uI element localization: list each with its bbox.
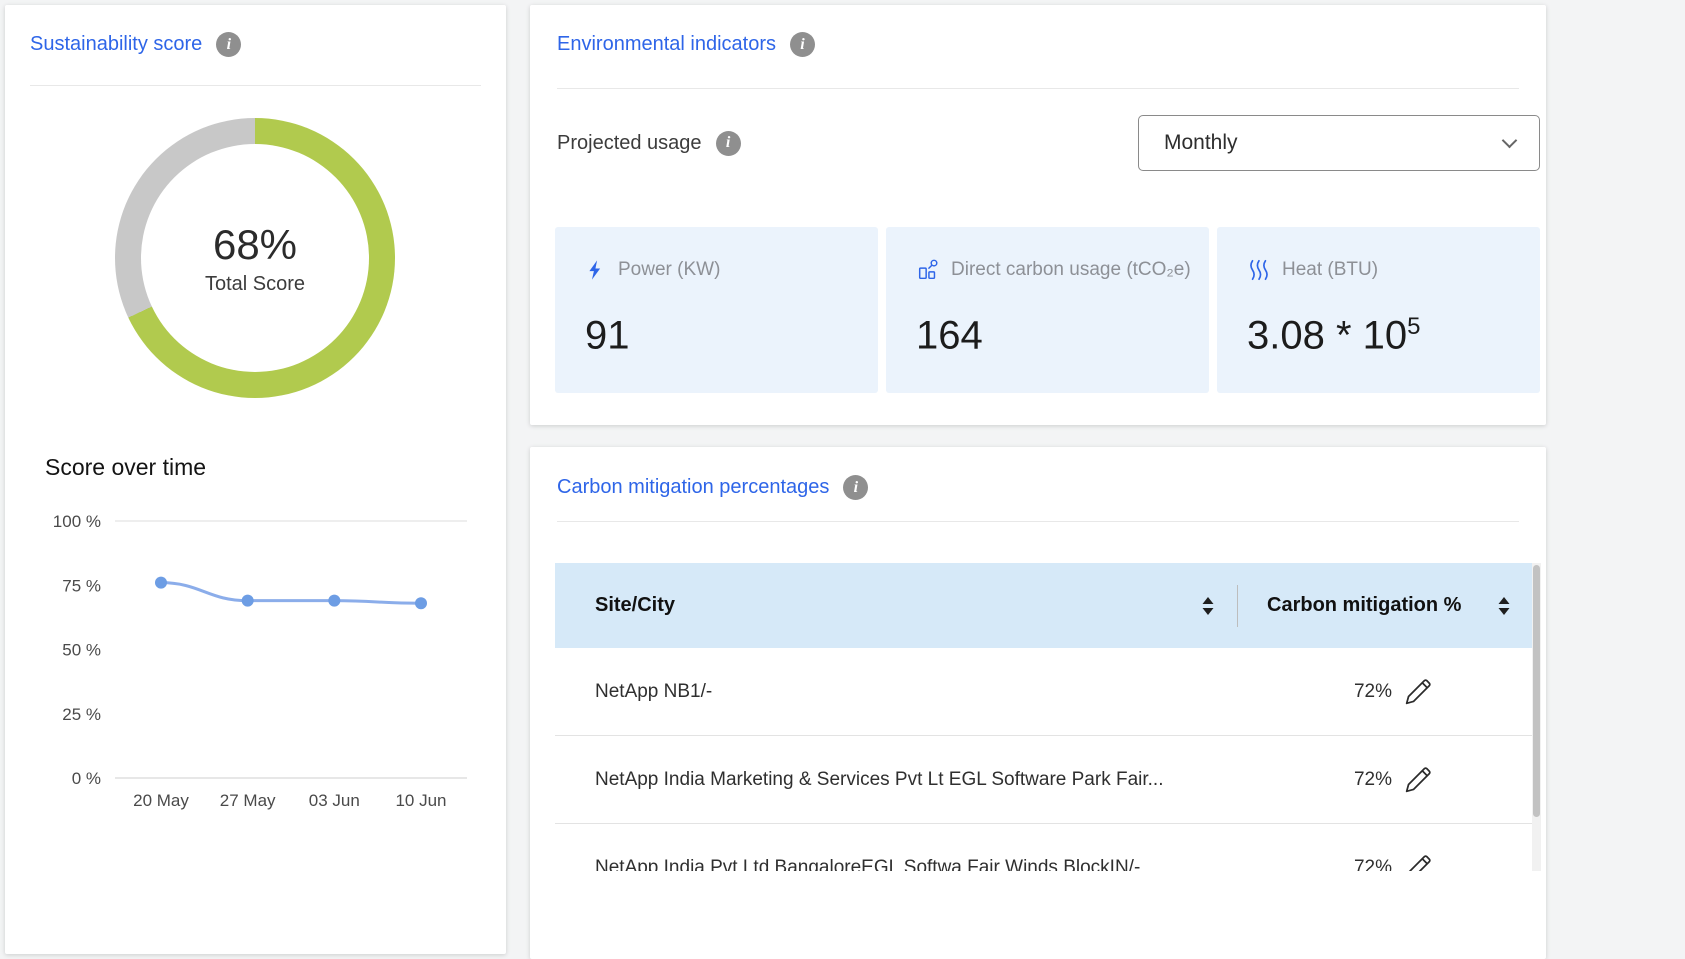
column-divider bbox=[1237, 585, 1238, 627]
environmental-title-row: Environmental indicators i bbox=[557, 32, 815, 57]
mitigation-cell: 72% bbox=[1237, 852, 1541, 872]
carbon-mitigation-title: Carbon mitigation percentages bbox=[557, 476, 829, 499]
edit-icon[interactable] bbox=[1402, 764, 1434, 796]
period-dropdown-value: Monthly bbox=[1164, 131, 1238, 155]
projected-usage-group: Projected usage i bbox=[557, 131, 741, 156]
divider bbox=[557, 88, 1519, 89]
edit-icon[interactable] bbox=[1402, 852, 1434, 872]
score-over-time-title: Score over time bbox=[45, 454, 206, 481]
sustainability-score-card: Sustainability score i 68% Total Score S… bbox=[5, 5, 506, 954]
divider bbox=[30, 85, 481, 86]
table-scrollbar[interactable] bbox=[1532, 563, 1541, 871]
mitigation-value: 72% bbox=[1237, 681, 1392, 703]
site-cell: NetApp India Marketing & Services Pvt Lt… bbox=[555, 769, 1237, 791]
carbon-info-icon[interactable]: i bbox=[843, 475, 868, 500]
heat-icon bbox=[1247, 258, 1271, 282]
site-city-column-label: Site/City bbox=[595, 594, 675, 617]
table-row: NetApp India Marketing & Services Pvt Lt… bbox=[555, 736, 1541, 824]
carbon-tile: Direct carbon usage (tCO₂e) 164 bbox=[886, 227, 1209, 393]
heat-tile: Heat (BTU) 3.08 * 105 bbox=[1217, 227, 1540, 393]
total-score-value: 68% bbox=[213, 221, 297, 269]
table-row: NetApp NB1/- 72% bbox=[555, 648, 1541, 736]
power-tile-value: 91 bbox=[585, 313, 878, 358]
svg-text:20 May: 20 May bbox=[133, 791, 189, 810]
power-icon bbox=[585, 259, 607, 281]
svg-text:75 %: 75 % bbox=[62, 576, 101, 595]
chevron-down-icon bbox=[1502, 132, 1518, 148]
svg-text:25 %: 25 % bbox=[62, 705, 101, 724]
svg-text:27 May: 27 May bbox=[220, 791, 276, 810]
power-tile-head: Power (KW) bbox=[585, 255, 878, 285]
carbon-mitigation-card: Carbon mitigation percentages i Site/Cit… bbox=[530, 447, 1546, 959]
sort-icon[interactable] bbox=[1201, 596, 1215, 616]
heat-value-exp: 5 bbox=[1407, 313, 1420, 340]
table-header-row: Site/City Carbon mitigation % bbox=[555, 563, 1541, 648]
sustainability-score-title: Sustainability score bbox=[30, 33, 202, 56]
carbon-mitigation-table: Site/City Carbon mitigation % NetApp NB1… bbox=[555, 563, 1541, 871]
sustainability-dashboard: Sustainability score i 68% Total Score S… bbox=[0, 0, 1685, 959]
mitigation-value: 72% bbox=[1237, 857, 1392, 872]
mitigation-cell: 72% bbox=[1237, 764, 1541, 796]
projected-usage-row: Projected usage i Monthly bbox=[557, 113, 1540, 173]
carbon-icon bbox=[916, 258, 940, 282]
sustainability-info-icon[interactable]: i bbox=[216, 32, 241, 57]
svg-text:100 %: 100 % bbox=[53, 512, 101, 531]
carbon-mitigation-column-header[interactable]: Carbon mitigation % bbox=[1237, 594, 1541, 617]
environmental-indicators-title: Environmental indicators bbox=[557, 33, 776, 56]
power-value-text: 91 bbox=[585, 313, 630, 357]
site-cell: NetApp India Pvt Ltd BangaloreEGL Softwa… bbox=[555, 857, 1237, 872]
scrollbar-thumb[interactable] bbox=[1533, 565, 1540, 817]
projected-usage-label: Projected usage bbox=[557, 132, 702, 155]
donut-center: 68% Total Score bbox=[141, 144, 369, 372]
site-cell: NetApp NB1/- bbox=[555, 681, 1237, 703]
heat-value-text: 3.08 * 10 bbox=[1247, 313, 1407, 357]
carbon-tile-head: Direct carbon usage (tCO₂e) bbox=[916, 255, 1209, 285]
sort-icon[interactable] bbox=[1497, 596, 1511, 616]
divider bbox=[557, 521, 1519, 522]
environmental-info-icon[interactable]: i bbox=[790, 32, 815, 57]
mitigation-cell: 72% bbox=[1237, 676, 1541, 708]
mitigation-value: 72% bbox=[1237, 769, 1392, 791]
projected-usage-info-icon[interactable]: i bbox=[716, 131, 741, 156]
carbon-mitigation-column-label: Carbon mitigation % bbox=[1267, 594, 1461, 617]
heat-tile-value: 3.08 * 105 bbox=[1247, 313, 1540, 358]
total-score-label: Total Score bbox=[205, 273, 305, 296]
indicator-tiles: Power (KW) 91 Direct bbox=[555, 227, 1540, 393]
score-over-time-chart: 100 % 75 % 50 % 25 % 0 % 20 May 27 May 03 Jun 10… bbox=[20, 497, 475, 812]
period-dropdown[interactable]: Monthly bbox=[1138, 115, 1540, 171]
table-row: NetApp India Pvt Ltd BangaloreEGL Softwa… bbox=[555, 824, 1541, 871]
heat-tile-head: Heat (BTU) bbox=[1247, 255, 1540, 285]
sustainability-title-row: Sustainability score i bbox=[30, 32, 241, 57]
svg-text:0 %: 0 % bbox=[72, 769, 101, 788]
environmental-indicators-card: Environmental indicators i Projected usa… bbox=[530, 5, 1546, 425]
svg-text:10 Jun: 10 Jun bbox=[395, 791, 446, 810]
carbon-title-row: Carbon mitigation percentages i bbox=[557, 475, 868, 500]
heat-tile-label: Heat (BTU) bbox=[1282, 259, 1378, 281]
carbon-tile-value: 164 bbox=[916, 313, 1209, 358]
total-score-donut: 68% Total Score bbox=[115, 118, 395, 398]
carbon-tile-label: Direct carbon usage (tCO₂e) bbox=[951, 259, 1191, 281]
svg-text:50 %: 50 % bbox=[62, 641, 101, 660]
carbon-value-text: 164 bbox=[916, 313, 983, 357]
svg-text:03 Jun: 03 Jun bbox=[309, 791, 360, 810]
power-tile: Power (KW) 91 bbox=[555, 227, 878, 393]
edit-icon[interactable] bbox=[1402, 676, 1434, 708]
power-tile-label: Power (KW) bbox=[618, 259, 720, 281]
site-city-column-header[interactable]: Site/City bbox=[555, 594, 1237, 617]
